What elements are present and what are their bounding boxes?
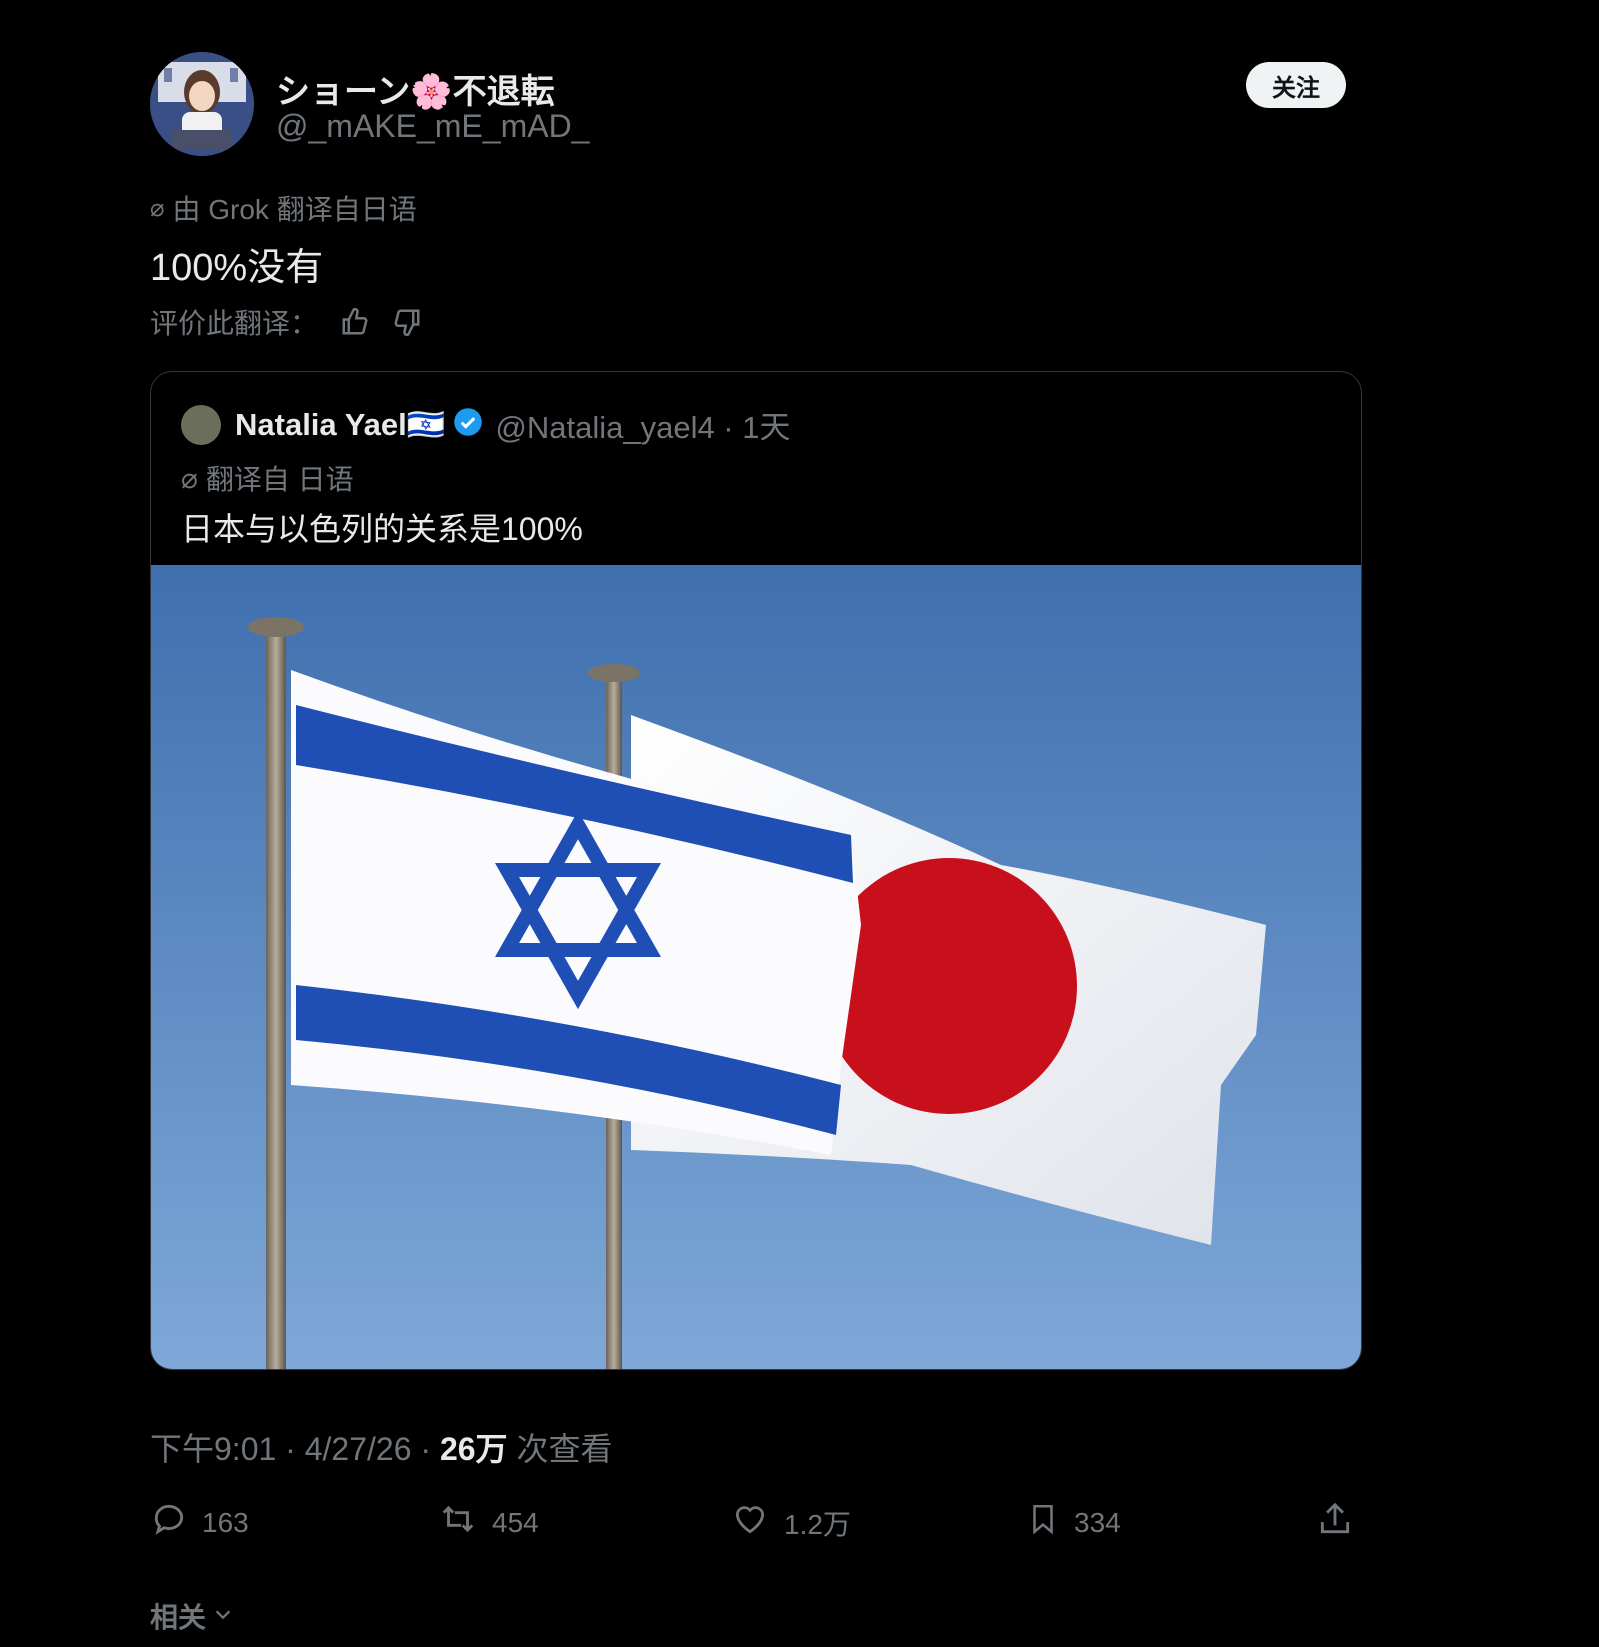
thumbs-up-icon[interactable] [340,307,370,337]
related-label: 相关 [150,1602,207,1633]
translate-icon: ⌀ [150,194,165,222]
repost-count: 454 [492,1506,539,1538]
flags-image[interactable] [151,565,1361,1369]
quoted-handle-time: @Natalia_yael4 · 1天 [495,410,791,445]
like-count: 1.2万 [784,1508,851,1540]
views-label: 次查看 [507,1431,613,1467]
post-time: 下午9:01 · 4/27/26 · [150,1431,440,1467]
quoted-translation-row: ⌀ 翻译自 日语 [181,458,354,498]
translation-label: 由 Grok 翻译自日语 [172,194,417,225]
author-handle[interactable]: @_mAKE_mE_mAD_ [276,108,589,145]
quoted-header: Natalia Yael🇮🇱 @Natalia_yael4 · 1天 [181,402,790,447]
like-button[interactable]: 1.2万 [730,1500,851,1545]
quoted-avatar[interactable] [181,404,221,445]
related-toggle[interactable]: 相关 [150,1596,234,1636]
repost-icon [438,1500,478,1545]
translation-label-row: ⌀ 由 Grok 翻译自日语 [150,188,417,228]
quoted-post[interactable]: Natalia Yael🇮🇱 @Natalia_yael4 · 1天 ⌀ 翻译自… [150,371,1362,1370]
thumbs-down-icon[interactable] [392,307,422,337]
reply-icon [150,1500,188,1545]
bookmark-button[interactable]: 334 [1026,1500,1121,1545]
share-button[interactable] [1316,1500,1354,1545]
author-avatar[interactable] [150,52,254,156]
verified-badge-icon [453,407,483,442]
rate-translation-row: 评价此翻译： [150,302,422,342]
share-icon [1316,1500,1354,1545]
post-timestamp-views: 下午9:01 · 4/27/26 · 26万 次查看 [150,1424,612,1470]
bookmark-icon [1026,1500,1060,1545]
quoted-text: 日本与以色列的关系是100% [181,511,583,547]
action-bar: 163 454 1.2万 334 [150,1500,1360,1550]
translate-icon: ⌀ [181,462,198,494]
heart-icon [730,1500,770,1545]
follow-button[interactable]: 关注 [1246,62,1346,108]
rate-translation-label: 评价此翻译： [150,308,319,339]
reply-count: 163 [202,1506,249,1538]
quoted-translated-from: 翻译自 日语 [205,464,354,495]
reply-button[interactable]: 163 [150,1500,249,1545]
chevron-down-icon [212,1600,234,1632]
avatar-image [150,52,254,156]
author-name[interactable]: ショーン🌸不退転 [276,64,555,113]
bookmark-count: 334 [1074,1506,1121,1538]
quoted-author-name[interactable]: Natalia Yael🇮🇱 [235,406,445,443]
post-text: 100%没有 [150,247,324,289]
repost-button[interactable]: 454 [438,1500,539,1545]
views-count[interactable]: 26万 [440,1431,508,1467]
